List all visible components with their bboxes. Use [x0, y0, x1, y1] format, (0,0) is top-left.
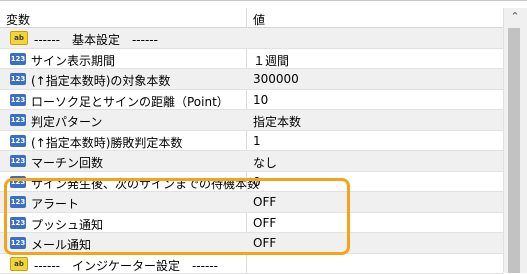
- header-variable: 変数: [6, 11, 30, 28]
- table-row-martingale[interactable]: 123 マーチン回数 なし: [0, 151, 503, 172]
- param-name: 判定パターン: [31, 113, 102, 130]
- param-value[interactable]: なし: [253, 154, 277, 171]
- table-row-judge-pattern[interactable]: 123 判定パターン 指定本数: [0, 110, 503, 131]
- table-header: 変数 値: [0, 8, 503, 28]
- string-type-icon: ab: [10, 31, 28, 45]
- scrollbar-thumb[interactable]: [508, 28, 520, 273]
- number-type-icon: 123: [10, 53, 26, 65]
- param-value[interactable]: 1: [253, 134, 261, 148]
- number-type-icon: 123: [10, 135, 26, 147]
- param-name: (↑指定本数時)の対象本数: [31, 72, 170, 89]
- param-name: ------ 基本設定 ------: [34, 31, 158, 48]
- highlight-box: [4, 178, 350, 255]
- table-row-section-indicator[interactable]: ab ------ インジケーター設定 ------: [0, 254, 503, 274]
- number-type-icon: 123: [10, 114, 26, 126]
- table-row-section-basic[interactable]: ab ------ 基本設定 ------: [0, 28, 503, 49]
- param-name: ------ インジケーター設定 ------: [34, 257, 218, 274]
- table-row-target-bars[interactable]: 123 (↑指定本数時)の対象本数 300000: [0, 69, 503, 90]
- param-name: サイン表示期間: [31, 52, 115, 69]
- number-type-icon: 123: [10, 73, 26, 85]
- param-name: ローソク足とサインの距離（Point）: [31, 93, 229, 110]
- string-type-icon: ab: [10, 257, 28, 271]
- param-name: マーチン回数: [31, 154, 103, 171]
- header-value: 値: [253, 11, 265, 28]
- table-row-sign-period[interactable]: 123 サイン表示期間 １週間: [0, 49, 503, 70]
- chevron-up-icon[interactable]: ⌃: [507, 11, 523, 23]
- number-type-icon: 123: [10, 94, 26, 106]
- param-value[interactable]: １週間: [253, 52, 289, 69]
- param-value[interactable]: 10: [253, 93, 268, 107]
- param-value[interactable]: 300000: [253, 72, 299, 86]
- param-value[interactable]: 指定本数: [253, 113, 301, 130]
- table-row-sign-distance[interactable]: 123 ローソク足とサインの距離（Point） 10: [0, 90, 503, 111]
- number-type-icon: 123: [10, 155, 26, 167]
- param-name: (↑指定本数時)勝敗判定本数: [31, 134, 182, 151]
- table-row-judge-bars[interactable]: 123 (↑指定本数時)勝敗判定本数 1: [0, 131, 503, 152]
